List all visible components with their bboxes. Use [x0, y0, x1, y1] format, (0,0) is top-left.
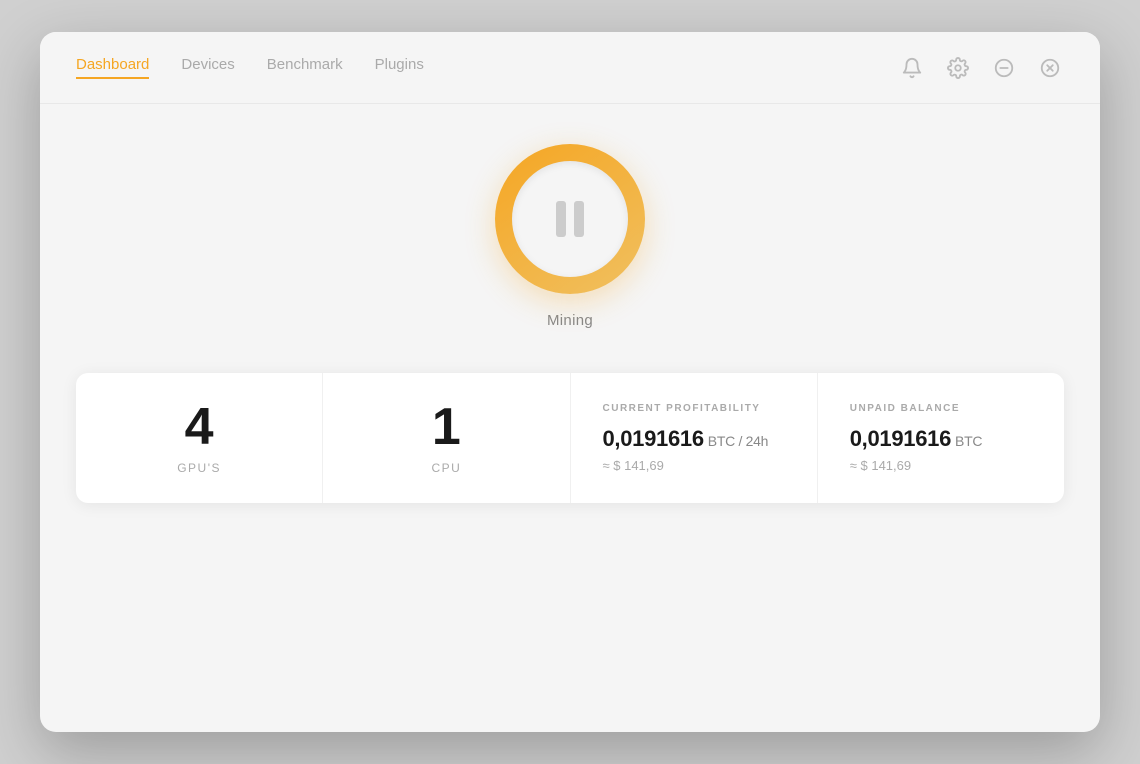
mining-button-inner [512, 161, 628, 277]
stat-cpu: 1 CPU [323, 373, 570, 503]
stats-row: 4 GPU'S 1 CPU CURRENT PROFITABILITY 0,01… [76, 373, 1064, 503]
app-window: Dashboard Devices Benchmark Plugins [40, 32, 1100, 732]
pause-bar-right [574, 201, 584, 237]
nav-links: Dashboard Devices Benchmark Plugins [76, 56, 424, 79]
nav-dashboard[interactable]: Dashboard [76, 56, 149, 79]
nav-actions [898, 54, 1064, 82]
stat-balance: UNPAID BALANCE 0,0191616BTC ≈ $ 141,69 [818, 373, 1064, 503]
pause-bar-left [556, 201, 566, 237]
settings-icon[interactable] [944, 54, 972, 82]
stat-gpus: 4 GPU'S [76, 373, 323, 503]
main-content: Mining 4 GPU'S 1 CPU CURRENT PROFITABILI… [40, 104, 1100, 732]
mining-section: Mining [495, 144, 645, 329]
notification-icon[interactable] [898, 54, 926, 82]
nav-plugins[interactable]: Plugins [375, 56, 424, 79]
stat-profitability: CURRENT PROFITABILITY 0,0191616BTC / 24h… [571, 373, 818, 503]
profitability-section-label: CURRENT PROFITABILITY [603, 403, 761, 414]
cpu-label: CPU [431, 461, 461, 475]
minimize-icon[interactable] [990, 54, 1018, 82]
profitability-unit: BTC / 24h [708, 433, 768, 449]
nav-bar: Dashboard Devices Benchmark Plugins [40, 32, 1100, 104]
balance-unit: BTC [955, 433, 982, 449]
balance-approx: ≈ $ 141,69 [850, 458, 911, 473]
gpu-count: 4 [185, 401, 214, 453]
profitability-value: 0,0191616BTC / 24h [603, 426, 769, 452]
close-icon[interactable] [1036, 54, 1064, 82]
balance-value: 0,0191616BTC [850, 426, 982, 452]
pause-icon [556, 201, 584, 237]
nav-devices[interactable]: Devices [181, 56, 234, 79]
cpu-count: 1 [432, 401, 461, 453]
mining-label: Mining [547, 312, 593, 329]
balance-section-label: UNPAID BALANCE [850, 403, 960, 414]
gpu-label: GPU'S [177, 461, 221, 475]
mining-toggle-button[interactable] [495, 144, 645, 294]
nav-benchmark[interactable]: Benchmark [267, 56, 343, 79]
profitability-approx: ≈ $ 141,69 [603, 458, 664, 473]
